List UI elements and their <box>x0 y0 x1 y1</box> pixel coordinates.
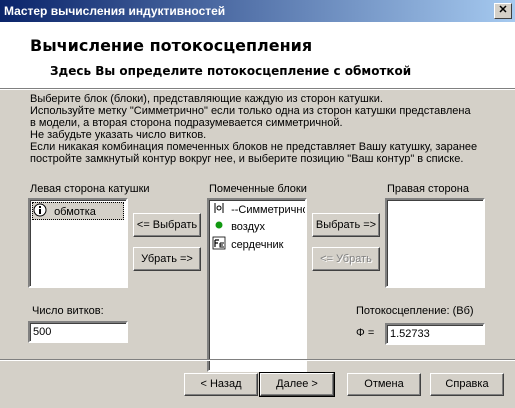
flux-field: 1.52733 <box>385 323 485 345</box>
symmetry-icon <box>212 202 226 219</box>
close-icon: ✕ <box>498 4 508 16</box>
list-item-label: --Симметрично <box>231 204 307 217</box>
turns-input[interactable]: 500 <box>28 321 128 343</box>
instruction-line: Если никакая комбинация помеченных блоко… <box>30 141 478 153</box>
fe-icon <box>212 236 226 255</box>
right-side-label: Правая сторона <box>387 183 469 195</box>
next-button[interactable]: Далее > <box>259 372 335 397</box>
title-bar[interactable]: Мастер вычисления индуктивностей ✕ <box>0 0 515 22</box>
remove-left-button[interactable]: Убрать => <box>133 247 201 271</box>
instruction-line: Используйте метку "Симметрично" если тол… <box>30 105 471 117</box>
list-item[interactable]: воздух <box>212 219 265 235</box>
flux-label: Потокосцепление: (Вб) <box>356 305 474 317</box>
instruction-line: Не забудьте указать число витков. <box>30 129 207 141</box>
page-title: Вычисление потокосцепления <box>30 36 313 55</box>
instruction-line: в модели, а вторая сторона подразумевает… <box>30 117 343 129</box>
page-subtitle: Здесь Вы определите потокосцепление с об… <box>50 64 412 78</box>
cancel-button[interactable]: Отмена <box>347 373 421 396</box>
back-button[interactable]: < Назад <box>184 373 258 396</box>
list-item-label: обмотка <box>54 206 96 219</box>
header-panel: Вычисление потокосцепления Здесь Вы опре… <box>0 22 515 88</box>
header-divider <box>0 88 515 90</box>
instruction-line: постройте замкнутый контур вокруг нее, и… <box>30 153 464 165</box>
info-icon <box>33 203 47 222</box>
list-item-label: сердечник <box>231 239 284 252</box>
list-item-label: воздух <box>231 221 265 234</box>
flux-symbol: Φ = <box>356 327 375 339</box>
turns-label: Число витков: <box>32 305 104 317</box>
instruction-line: Выберите блок (блоки), представляющие ка… <box>30 93 383 105</box>
right-side-list[interactable] <box>385 198 485 288</box>
list-item[interactable]: сердечник <box>212 236 283 252</box>
close-button[interactable]: ✕ <box>494 3 512 19</box>
remove-right-button[interactable]: <= Убрать <box>312 247 380 271</box>
green-dot-icon <box>212 219 226 236</box>
window-title: Мастер вычисления индуктивностей <box>4 4 226 18</box>
marked-blocks-list[interactable]: --Симметрично воздух сердечник <box>207 198 307 372</box>
marked-blocks-label: Помеченные блоки <box>209 183 307 195</box>
select-right-button[interactable]: Выбрать => <box>312 213 380 237</box>
instructions: Выберите блок (блоки), представляющие ка… <box>30 93 500 165</box>
help-button[interactable]: Справка <box>430 373 504 396</box>
select-left-button[interactable]: <= Выбрать <box>133 213 201 237</box>
list-item[interactable]: --Симметрично <box>212 202 307 219</box>
left-side-label: Левая сторона катушки <box>30 183 150 195</box>
list-item[interactable]: обмотка <box>32 202 124 220</box>
wizard-window: Мастер вычисления индуктивностей ✕ Вычис… <box>0 0 515 408</box>
footer-divider <box>0 359 515 361</box>
left-side-list[interactable]: обмотка <box>28 198 128 288</box>
